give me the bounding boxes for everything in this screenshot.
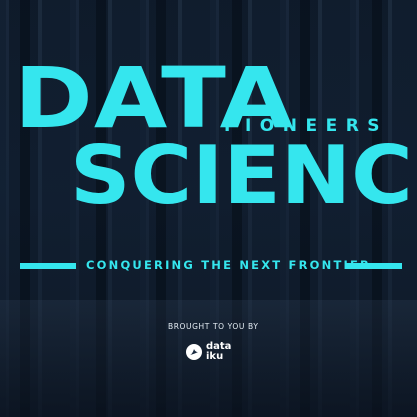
dataiku-wordmark: data iku	[206, 342, 231, 362]
logo-line-2: iku	[206, 351, 224, 362]
podcast-cover: DATA PIONEERS SCIENCE CONQUERING THE NEX…	[0, 0, 417, 417]
dataiku-bird-icon	[186, 344, 202, 360]
divider-right	[346, 263, 402, 269]
divider-left	[20, 263, 76, 269]
subtitle: CONQUERING THE NEXT FRONTIER	[86, 258, 372, 272]
sponsor-prefix: BROUGHT TO YOU BY	[168, 322, 259, 331]
title-science: SCIENCE	[70, 129, 417, 222]
dataiku-logo: data iku	[186, 342, 231, 362]
